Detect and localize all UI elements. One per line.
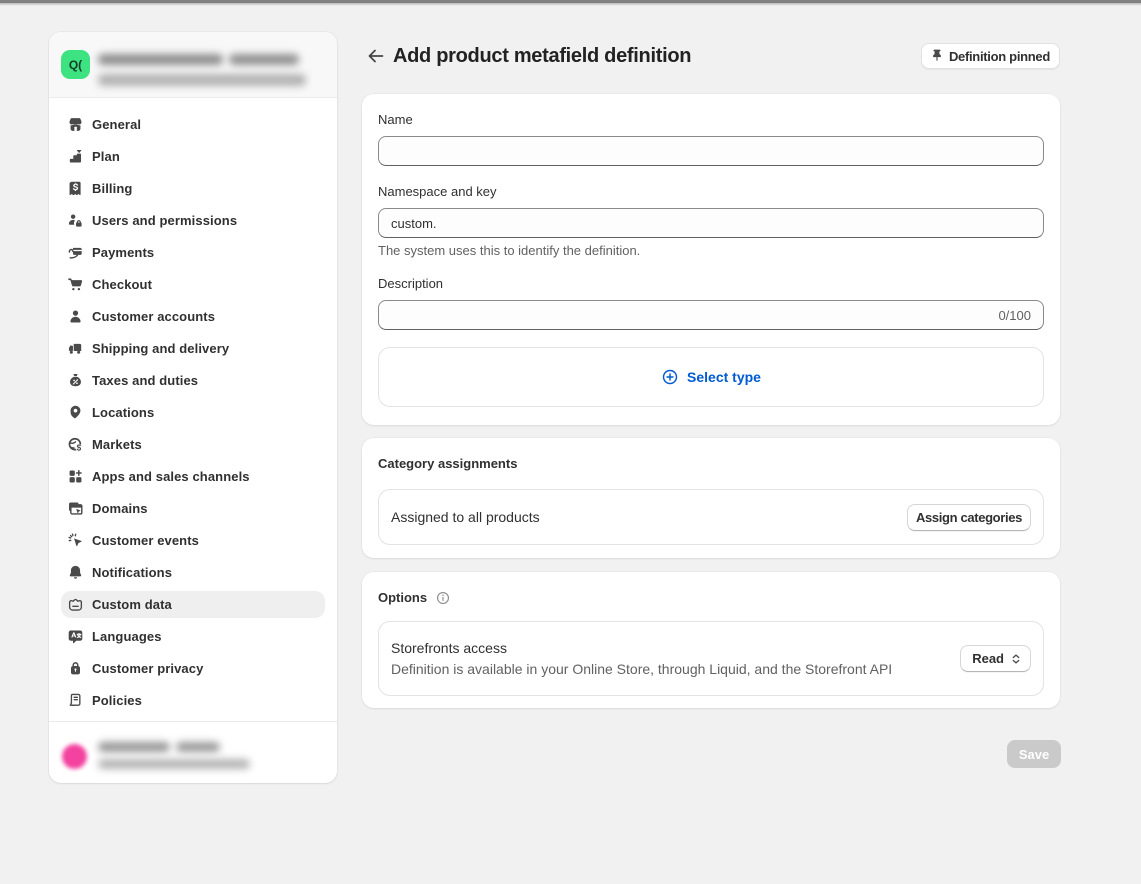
- svg-text:$: $: [77, 443, 82, 452]
